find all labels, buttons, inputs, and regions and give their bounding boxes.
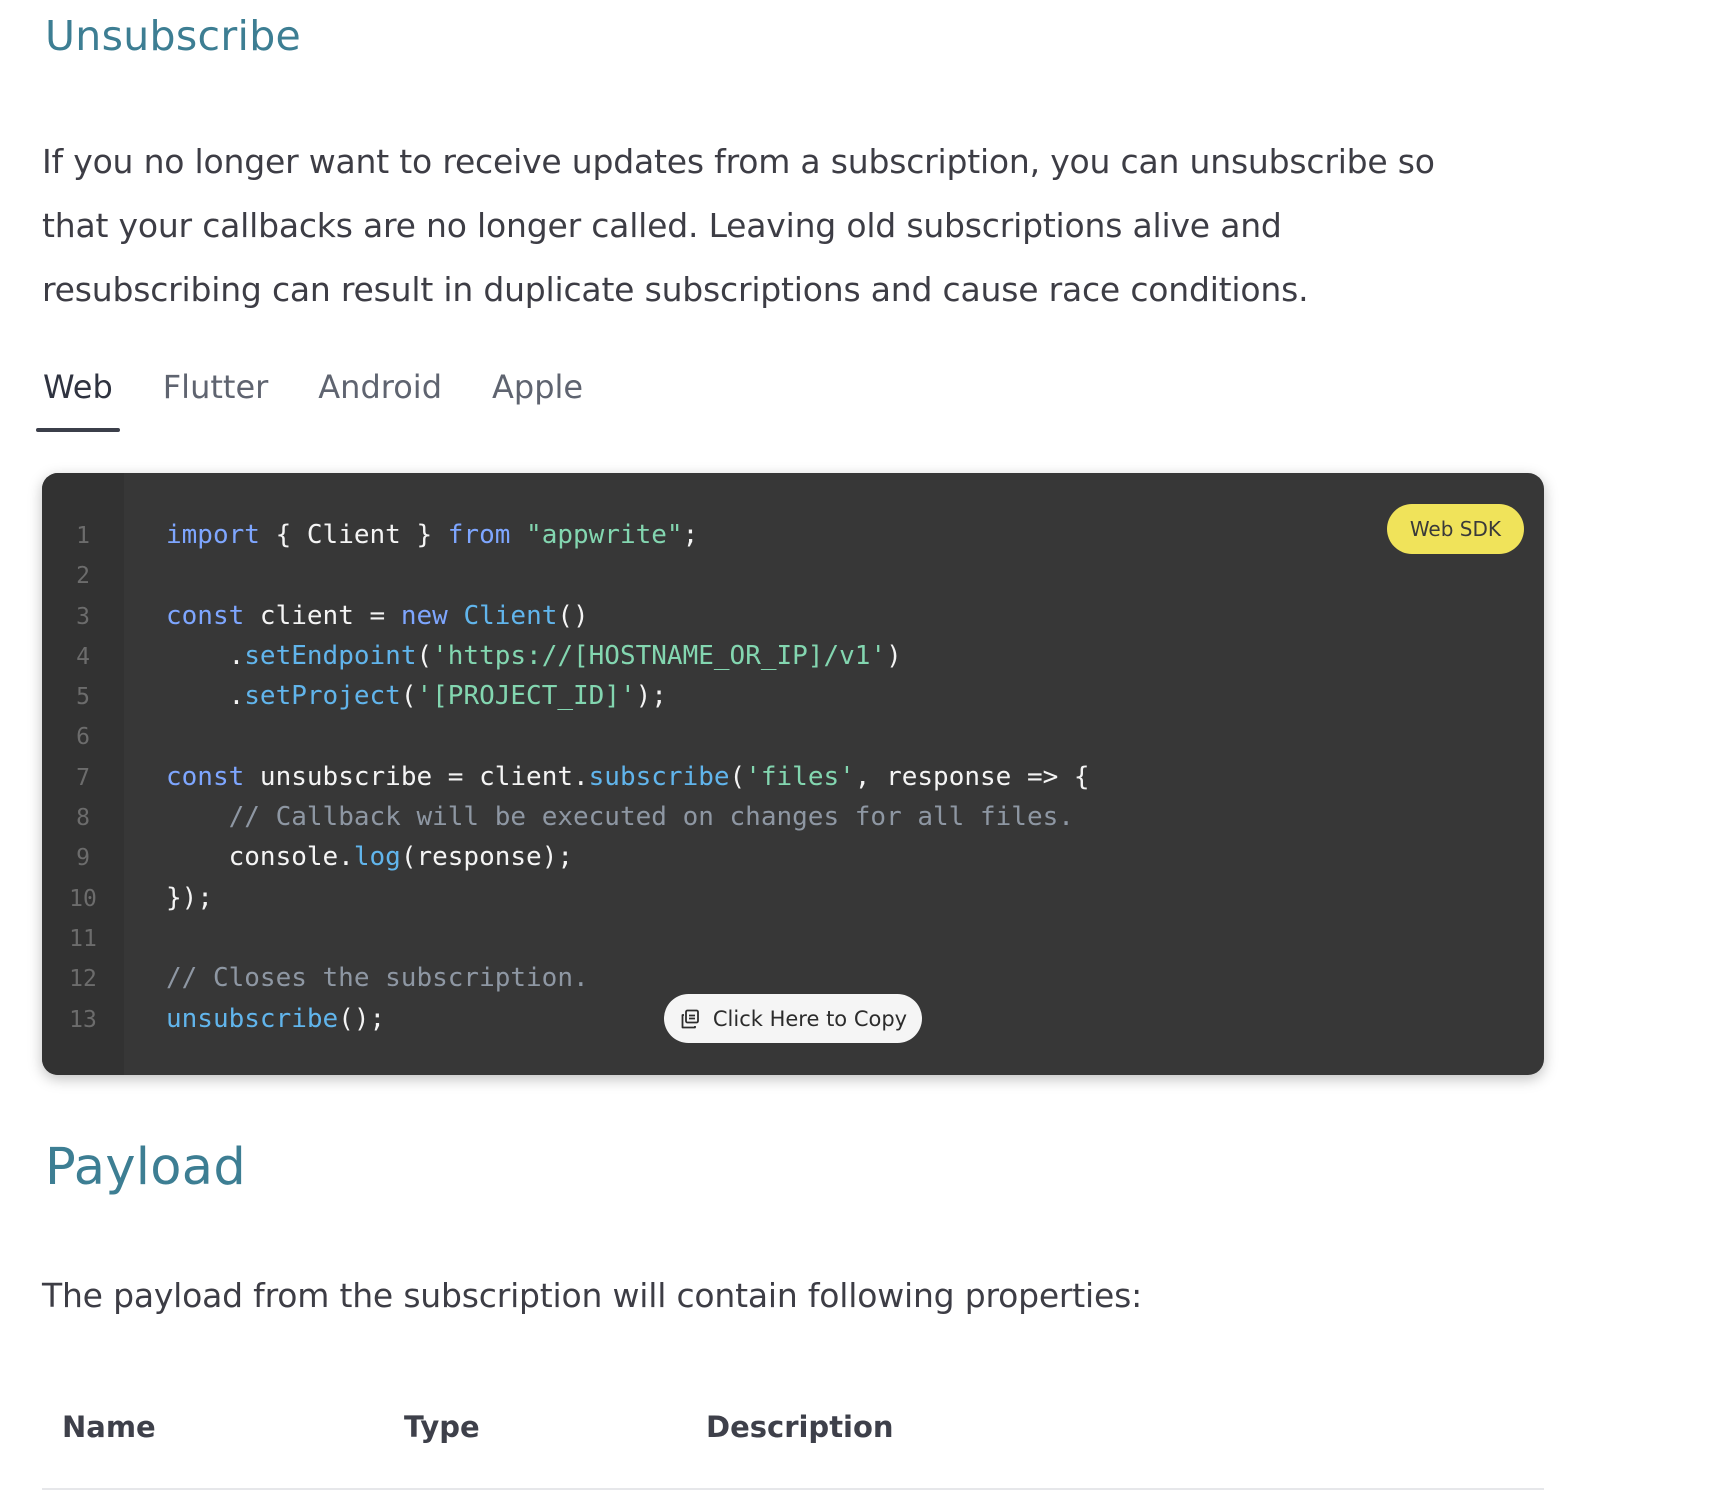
sdk-tabs: Web Flutter Android Apple: [36, 362, 626, 432]
line-number: 10: [69, 885, 97, 912]
code-line: 2: [42, 555, 1090, 595]
code-text: });: [124, 878, 213, 918]
code-token: ;: [682, 520, 699, 550]
code-line: 7 const unsubscribe = client.subscribe('f…: [42, 757, 1090, 797]
code-token: '[PROJECT_ID]': [416, 681, 636, 712]
code-line: 9 console.log(response);: [42, 837, 1090, 877]
code-token: const: [166, 761, 245, 792]
code-line: 13 unsubscribe();: [42, 999, 1090, 1039]
code-token: , response => {: [854, 761, 1090, 792]
line-number: 8: [76, 805, 90, 832]
code-line: 11: [42, 918, 1090, 958]
tab-flutter[interactable]: Flutter: [156, 362, 276, 426]
unsubscribe-heading: Unsubscribe: [45, 12, 302, 60]
payload-heading: Payload: [45, 1138, 246, 1197]
code-text: const client = new Client(): [124, 596, 589, 636]
code-token: const: [166, 600, 245, 631]
unsubscribe-description: If you no longer want to receive updates…: [42, 142, 1435, 309]
code-line: 8 // Callback will be executed on change…: [42, 797, 1090, 837]
code-line: 3 const client = new Client(): [42, 596, 1090, 636]
column-header-description: Description: [706, 1410, 894, 1444]
code-token: .: [166, 640, 245, 671]
table-divider: [42, 1488, 1544, 1490]
tab-apple[interactable]: Apple: [485, 362, 590, 426]
line-number: 9: [76, 845, 90, 872]
line-number: 3: [76, 603, 90, 630]
copy-icon: [679, 1008, 701, 1030]
line-number: 2: [76, 563, 90, 590]
code-token: setEndpoint: [244, 640, 417, 671]
line-number: 1: [76, 523, 90, 549]
copy-button[interactable]: Click Here to Copy: [664, 994, 922, 1043]
line-number: 13: [69, 1006, 97, 1033]
copy-button-label: Click Here to Copy: [712, 1006, 908, 1031]
code-token: ();: [338, 1003, 386, 1034]
code-token: (: [400, 681, 417, 712]
code-text: import { Client } from "appwrite";: [124, 515, 698, 555]
code-line: 4 .setEndpoint('https://[HOSTNAME_OR_IP]…: [42, 636, 1090, 676]
code-token: client =: [244, 600, 401, 631]
code-token: // Callback will be executed on changes …: [228, 802, 1074, 833]
payload-description: The payload from the subscription will c…: [42, 1276, 1143, 1315]
code-token: (response);: [400, 842, 573, 873]
code-token: import: [166, 520, 260, 550]
code-token: 'https://[HOSTNAME_OR_IP]/v1': [432, 640, 887, 671]
code-token: (: [416, 640, 433, 671]
code-text: .setEndpoint('https://[HOSTNAME_OR_IP]/v…: [124, 636, 902, 676]
line-number: 4: [76, 643, 90, 670]
code-token: "appwrite": [526, 520, 683, 550]
column-header-name: Name: [62, 1410, 156, 1444]
line-number: 5: [76, 684, 90, 711]
code-token: (: [729, 761, 746, 792]
code-text: // Closes the subscription.: [124, 958, 589, 998]
code-token: );: [635, 681, 667, 712]
code-token: Client: [463, 600, 558, 631]
tab-android[interactable]: Android: [311, 362, 449, 426]
code-line: 6: [42, 716, 1090, 756]
code-token: });: [166, 882, 213, 913]
code-token: ): [886, 640, 902, 671]
code-token: unsubscribe = client.: [244, 761, 589, 792]
code-token: setProject: [244, 681, 401, 712]
line-number: 7: [76, 764, 90, 791]
code-token: subscribe: [588, 761, 730, 792]
column-header-type: Type: [404, 1410, 480, 1444]
code-token: 'files': [745, 761, 855, 792]
tab-web[interactable]: Web: [36, 362, 120, 432]
code-token: from: [447, 520, 511, 550]
code-token: log: [353, 842, 401, 873]
code-token: console.: [166, 842, 354, 873]
code-token: (): [557, 600, 589, 631]
code-token: // Closes the subscription.: [166, 963, 589, 994]
code-line: 1 import { Client } from "appwrite";: [42, 515, 1090, 555]
sdk-badge: Web SDK: [1386, 504, 1524, 554]
code-token: .: [166, 681, 245, 712]
code-line: 12 // Closes the subscription.: [42, 958, 1090, 998]
code-token: unsubscribe: [166, 1003, 339, 1034]
code-text: .setProject('[PROJECT_ID]');: [124, 676, 667, 716]
code-text: const unsubscribe = client.subscribe('fi…: [124, 757, 1090, 797]
code-line: 5 .setProject('[PROJECT_ID]');: [42, 676, 1090, 716]
code-text: // Callback will be executed on changes …: [124, 797, 1074, 837]
line-number: 12: [69, 966, 97, 993]
code-token: { Client }: [259, 520, 448, 550]
code-token: new: [400, 600, 448, 631]
code-text: console.log(response);: [124, 837, 573, 877]
code-line: 10});: [42, 878, 1090, 918]
line-number: 6: [76, 724, 90, 751]
line-number: 11: [69, 925, 97, 952]
code-text: unsubscribe();: [124, 999, 385, 1039]
code-block: 1 import { Client } from "appwrite"; 2 3 con…: [42, 473, 1544, 1075]
code-lines: 1 import { Client } from "appwrite"; 2 3 con…: [42, 515, 1090, 1039]
